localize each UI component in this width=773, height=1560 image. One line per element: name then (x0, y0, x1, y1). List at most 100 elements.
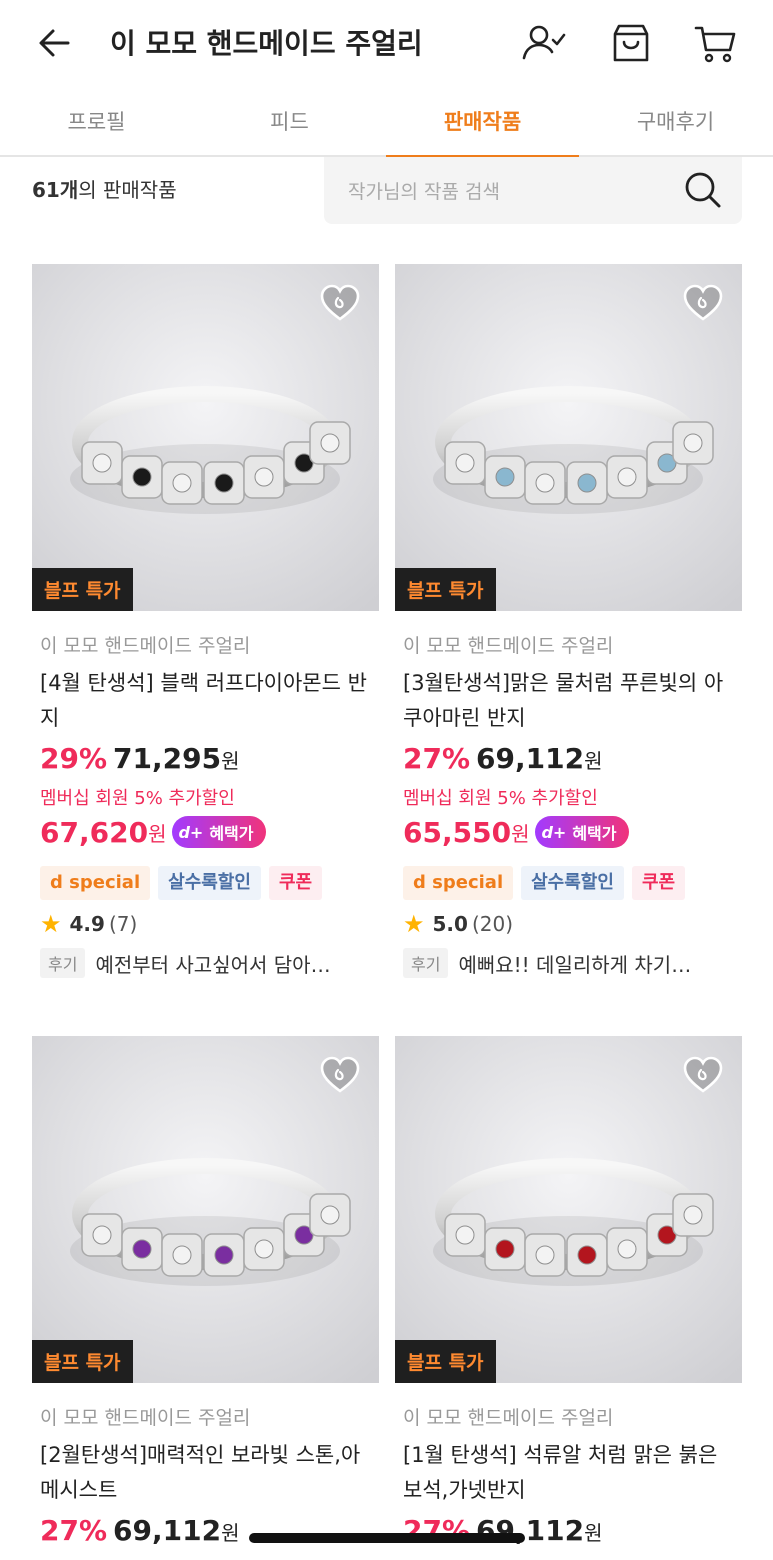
gemstone (577, 473, 597, 493)
star-setting (320, 433, 340, 453)
benefit-label: 혜택가 (209, 824, 254, 843)
bulk-discount-tag: 살수록할인 (158, 866, 261, 900)
product-image[interactable]: 블프 특가 (32, 264, 379, 611)
product-name[interactable]: [2월탄생석]매력적인 보라빛 스톤,아메시스트 (40, 1438, 375, 1508)
review-label: 후기 (40, 948, 86, 978)
rating: ★ 4.9 (7) (40, 910, 379, 938)
product-count-number: 61개 (32, 178, 79, 202)
seller-name[interactable]: 이 모모 핸드메이드 주얼리 (403, 1403, 742, 1430)
wishlist-heart-icon[interactable] (319, 1054, 361, 1096)
rating: ★ 5.0 (20) (403, 910, 742, 938)
membership-discount-note: 멤버십 회원 5% 추가할인 (40, 788, 235, 809)
star-setting (172, 473, 192, 493)
sale-badge: 블프 특가 (395, 568, 496, 611)
review-count: (7) (108, 912, 138, 936)
top-bar: 이 모모 핸드메이드 주얼리 (0, 0, 773, 88)
currency-won: 원 (584, 749, 603, 773)
special-logo-icon: d (413, 872, 433, 893)
sale-badge: 블프 특가 (32, 1340, 133, 1383)
membership-plus-icon: d+ (541, 822, 567, 842)
tab-feed[interactable]: 피드 (193, 96, 386, 157)
tab-profile[interactable]: 프로필 (0, 96, 193, 157)
gemstone (214, 1245, 234, 1265)
product-name[interactable]: [3월탄생석]맑은 물처럼 푸른빛의 아쿠아마린 반지 (403, 666, 738, 736)
search-placeholder: 작가님의 작품 검색 (348, 181, 500, 203)
product-count: 61개의 판매작품 (32, 174, 177, 203)
gemstone (132, 1239, 152, 1259)
special-logo-icon: d (50, 872, 70, 893)
special-tag-label: special (432, 872, 504, 893)
tab-reviews[interactable]: 구매후기 (579, 96, 772, 157)
product-card[interactable]: 블프 특가 이 모모 핸드메이드 주얼리 [4월 탄생석] 블랙 러프다이아몬드… (32, 264, 379, 978)
review-preview[interactable]: 후기 예뻐요!! 데일리하게 차기… (403, 948, 738, 978)
product-image[interactable]: 블프 특가 (395, 1036, 742, 1383)
star-setting (254, 467, 274, 487)
gemstone (214, 473, 234, 493)
star-icon: ★ (403, 910, 425, 938)
gemstone (577, 1245, 597, 1265)
star-setting (455, 1225, 475, 1245)
shop-title: 이 모모 핸드메이드 주얼리 (110, 27, 423, 60)
product-card[interactable]: 블프 특가 이 모모 핸드메이드 주얼리 [1월 탄생석] 석류알 처럼 맑은 … (395, 1036, 742, 1554)
star-setting (92, 1225, 112, 1245)
rating-score: 4.9 (69, 912, 105, 936)
star-setting (172, 1245, 192, 1265)
seller-name[interactable]: 이 모모 핸드메이드 주얼리 (403, 631, 742, 658)
back-arrow-icon[interactable] (34, 22, 76, 64)
benefit-price-badge[interactable]: d+ 혜택가 (535, 816, 629, 848)
star-setting (455, 453, 475, 473)
sale-price: 71,295 (113, 742, 222, 775)
bulk-discount-tag: 살수록할인 (521, 866, 624, 900)
cart-icon[interactable] (693, 20, 739, 66)
member-price-row: 67,620 원 d+ 혜택가 (40, 812, 379, 852)
wishlist-heart-icon[interactable] (319, 282, 361, 324)
currency-won: 원 (511, 821, 530, 846)
wishlist-heart-icon[interactable] (682, 1054, 724, 1096)
sale-badge: 블프 특가 (32, 568, 133, 611)
benefit-price-badge[interactable]: d+ 혜택가 (172, 816, 266, 848)
tab-bar: 프로필 피드 판매작품 구매후기 (0, 96, 773, 159)
member-price: 67,620 (40, 815, 149, 849)
star-setting (320, 1205, 340, 1225)
star-setting (254, 1239, 274, 1259)
sale-price: 69,112 (113, 1514, 222, 1547)
sale-badge: 블프 특가 (395, 1340, 496, 1383)
seller-name[interactable]: 이 모모 핸드메이드 주얼리 (40, 631, 379, 658)
special-tag: d special (403, 866, 514, 900)
wishlist-heart-icon[interactable] (682, 282, 724, 324)
gemstone (495, 467, 515, 487)
follow-user-icon[interactable] (520, 20, 566, 66)
review-preview[interactable]: 후기 예전부터 사고싶어서 담아… (40, 948, 375, 978)
search-input[interactable]: 작가님의 작품 검색 (324, 157, 742, 224)
membership-plus-icon: d+ (178, 822, 204, 842)
membership-discount-note: 멤버십 회원 5% 추가할인 (403, 788, 598, 809)
seller-name[interactable]: 이 모모 핸드메이드 주얼리 (40, 1403, 379, 1430)
store-icon[interactable] (608, 20, 654, 66)
star-setting (92, 453, 112, 473)
star-icon: ★ (40, 910, 62, 938)
price-row: 27% 69,112원 (403, 742, 742, 782)
special-tag: d special (40, 866, 151, 900)
tab-products[interactable]: 판매작품 (386, 96, 579, 159)
product-name[interactable]: [4월 탄생석] 블랙 러프다이아몬드 반지 (40, 666, 375, 736)
currency-won: 원 (221, 1521, 240, 1545)
tag-list: d special 살수록할인 쿠폰 (403, 866, 742, 900)
product-name[interactable]: [1월 탄생석] 석류알 처럼 맑은 붉은 보석,가넷반지 (403, 1438, 738, 1508)
product-card[interactable]: 블프 특가 이 모모 핸드메이드 주얼리 [3월탄생석]맑은 물처럼 푸른빛의 … (395, 264, 742, 978)
discount-rate: 27% (403, 742, 471, 775)
sale-price: 69,112 (476, 742, 585, 775)
search-icon[interactable] (682, 169, 724, 211)
benefit-label: 혜택가 (572, 824, 617, 843)
product-card[interactable]: 블프 특가 이 모모 핸드메이드 주얼리 [2월탄생석]매력적인 보라빛 스톤,… (32, 1036, 379, 1554)
price-row: 29% 71,295원 (40, 742, 379, 782)
star-setting (535, 1245, 555, 1265)
currency-won: 원 (584, 1521, 603, 1545)
member-price: 65,550 (403, 815, 512, 849)
tag-list: d special 살수록할인 쿠폰 (40, 866, 379, 900)
coupon-tag: 쿠폰 (631, 866, 686, 900)
review-count: (20) (471, 912, 514, 936)
coupon-tag: 쿠폰 (268, 866, 323, 900)
product-image[interactable]: 블프 특가 (395, 264, 742, 611)
product-image[interactable]: 블프 특가 (32, 1036, 379, 1383)
review-text: 예전부터 사고싶어서 담아… (95, 952, 331, 977)
